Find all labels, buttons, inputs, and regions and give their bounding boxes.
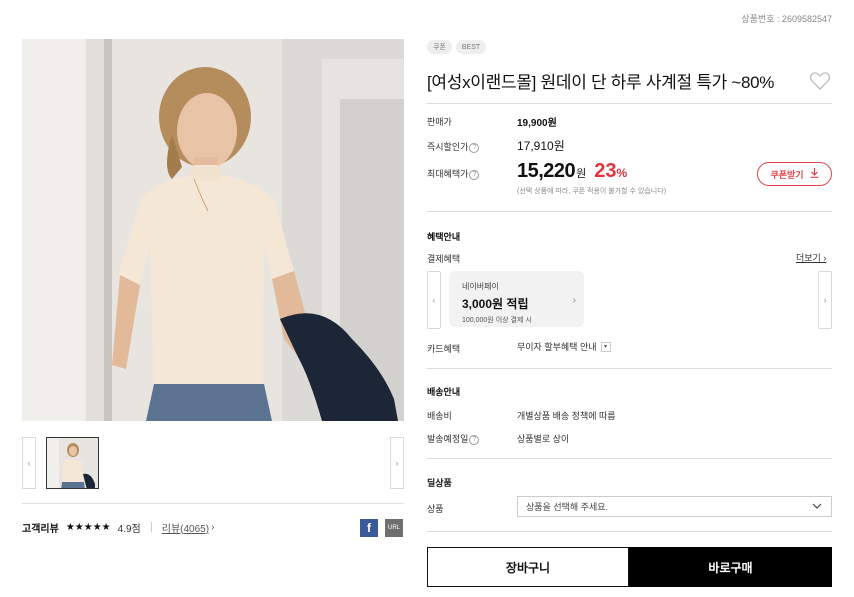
download-icon [810, 168, 819, 180]
thumbnail-strip: ‹ › [22, 437, 404, 489]
info-icon[interactable]: ? [469, 143, 480, 153]
separator [150, 522, 152, 532]
thumbnail-next-button[interactable]: › [390, 437, 404, 489]
discount-percent: 23 [594, 160, 617, 182]
divider [427, 368, 832, 369]
product-option-label: 상품 [427, 504, 444, 514]
divider [427, 211, 832, 212]
max-price-number: 15,220 [517, 160, 576, 182]
more-link-label: 더보기 [796, 253, 821, 263]
coupon-download-button[interactable]: 쿠폰받기 [757, 162, 832, 186]
card-benefit-dropdown[interactable]: 무이자 할부혜택 안내 ▾ [517, 340, 611, 353]
product-main-image[interactable] [22, 39, 404, 421]
more-link[interactable]: 더보기 › [796, 251, 826, 264]
select-placeholder: 상품을 선택해 주세요. [526, 502, 609, 512]
divider [427, 103, 832, 104]
card-amount: 3,000원 적립 [462, 297, 529, 311]
card-benefit-label: 카드혜택 [427, 344, 461, 354]
max-price-label-text: 최대혜택가 [427, 169, 469, 179]
chevron-right-icon: › [211, 521, 215, 533]
price-note: (선택 상품에 따라, 쿠폰 적용이 불가할 수 있습니다) [517, 188, 667, 195]
coupon-badge: 쿠폰 [427, 40, 452, 54]
discount-percent-unit: % [616, 166, 628, 180]
facebook-share-button[interactable]: f [360, 519, 378, 537]
buy-now-button[interactable]: 바로구매 [629, 547, 832, 587]
instant-price-value: 17,910원 [517, 139, 565, 153]
shipping-fee-value: 개별상품 배송 정책에 따름 [517, 411, 616, 421]
card-condition: 100,000원 이상 결제 시 [462, 317, 532, 324]
coupon-button-label: 쿠폰받기 [770, 169, 804, 180]
review-label: 고객리뷰 [22, 523, 59, 535]
instant-price-label-text: 즉시할인가 [427, 142, 469, 152]
ship-date-label: 발송예정일? [427, 432, 480, 445]
rating-stars: ★★★★★ [65, 521, 111, 533]
url-copy-button[interactable]: URL [385, 519, 403, 537]
max-benefit-price: 15,220 원 23 % [517, 160, 627, 183]
sale-price-label: 판매가 [427, 117, 452, 127]
chevron-down-icon [811, 500, 823, 512]
add-to-cart-button[interactable]: 장바구니 [427, 547, 629, 587]
max-price-label: 최대혜택가? [427, 167, 480, 180]
max-price-unit: 원 [576, 168, 587, 180]
instant-price-label: 즉시할인가? [427, 140, 480, 153]
shipping-section-title: 배송안내 [427, 387, 461, 397]
card-name: 네이버페이 [462, 282, 499, 291]
info-icon[interactable]: ? [469, 435, 480, 445]
chevron-down-icon: ▾ [600, 341, 611, 352]
naverpay-benefit-card[interactable]: 네이버페이 3,000원 적립 100,000원 이상 결제 시 › [449, 271, 584, 327]
deal-section-title: 딜상품 [427, 478, 452, 488]
sale-price-value: 19,900원 [517, 118, 557, 129]
benefit-next-button[interactable]: › [818, 271, 832, 329]
product-title: [여성x이랜드몰] 원데이 단 하루 사계절 특가 ~80% [427, 73, 775, 92]
divider [427, 458, 832, 459]
thumbnail-prev-button[interactable]: ‹ [22, 437, 36, 489]
card-benefit-value: 무이자 할부혜택 안내 [517, 342, 597, 352]
shipping-fee-label: 배송비 [427, 411, 452, 421]
divider [427, 531, 832, 532]
heart-icon[interactable] [809, 71, 831, 91]
thumbnail-image[interactable] [46, 437, 99, 489]
ship-date-label-text: 발송예정일 [427, 434, 469, 444]
badge-list: 쿠폰 BEST [427, 40, 487, 54]
product-option-select[interactable]: 상품을 선택해 주세요. [517, 496, 832, 517]
benefits-section-title: 혜택안내 [427, 232, 461, 242]
benefit-prev-button[interactable]: ‹ [427, 271, 441, 329]
info-icon[interactable]: ? [469, 170, 480, 180]
payment-benefit-label: 결제혜택 [427, 254, 461, 264]
product-number: 상품번호 : 2609582547 [741, 14, 832, 24]
rating-score: 4.9점 [117, 523, 141, 535]
divider [22, 503, 404, 504]
best-badge: BEST [455, 40, 487, 54]
product-photo [22, 39, 404, 421]
chevron-right-icon: › [572, 295, 576, 306]
review-summary: 고객리뷰 ★★★★★ 4.9점 리뷰(4065) › [22, 518, 214, 536]
ship-date-value: 상품별로 상이 [517, 434, 570, 444]
review-count-link[interactable]: 리뷰(4065) [162, 520, 209, 535]
